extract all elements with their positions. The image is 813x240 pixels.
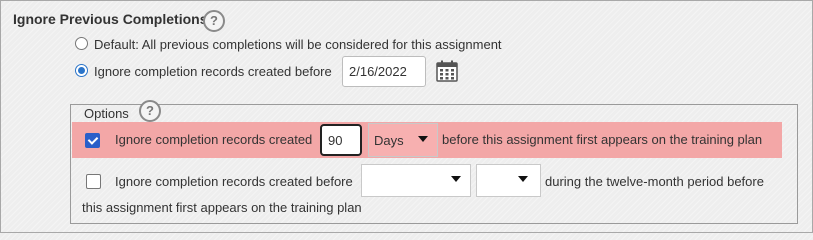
- option2-label: Ignore completion records created before: [115, 174, 353, 189]
- option1-label-after: before this assignment first appears on …: [442, 132, 763, 147]
- chevron-down-icon: [518, 176, 528, 182]
- option1-label: Ignore completion records created: [115, 132, 313, 147]
- help-icon[interactable]: ?: [203, 10, 225, 32]
- day-select[interactable]: [476, 164, 541, 197]
- option2-label-after: during the twelve-month period before: [545, 174, 764, 189]
- section-title: Ignore Previous Completions: [13, 11, 208, 27]
- option2-label-wrap: this assignment first appears on the tra…: [82, 200, 362, 215]
- unit-select-value: Days: [374, 133, 404, 148]
- ignore-before-radio[interactable]: [75, 64, 88, 77]
- default-radio-label: Default: All previous completions will b…: [94, 37, 502, 52]
- option2-checkbox[interactable]: [86, 174, 101, 189]
- days-count-input[interactable]: [320, 124, 362, 156]
- options-legend: Options: [82, 106, 131, 121]
- default-radio[interactable]: [75, 37, 88, 50]
- date-input[interactable]: [342, 56, 426, 87]
- options-help-icon[interactable]: ?: [139, 100, 161, 122]
- calendar-icon[interactable]: [436, 60, 458, 82]
- option1-checkbox[interactable]: [85, 133, 100, 148]
- chevron-down-icon: [418, 136, 428, 142]
- chevron-down-icon: [451, 176, 461, 182]
- ignore-before-radio-label: Ignore completion records created before: [94, 64, 332, 79]
